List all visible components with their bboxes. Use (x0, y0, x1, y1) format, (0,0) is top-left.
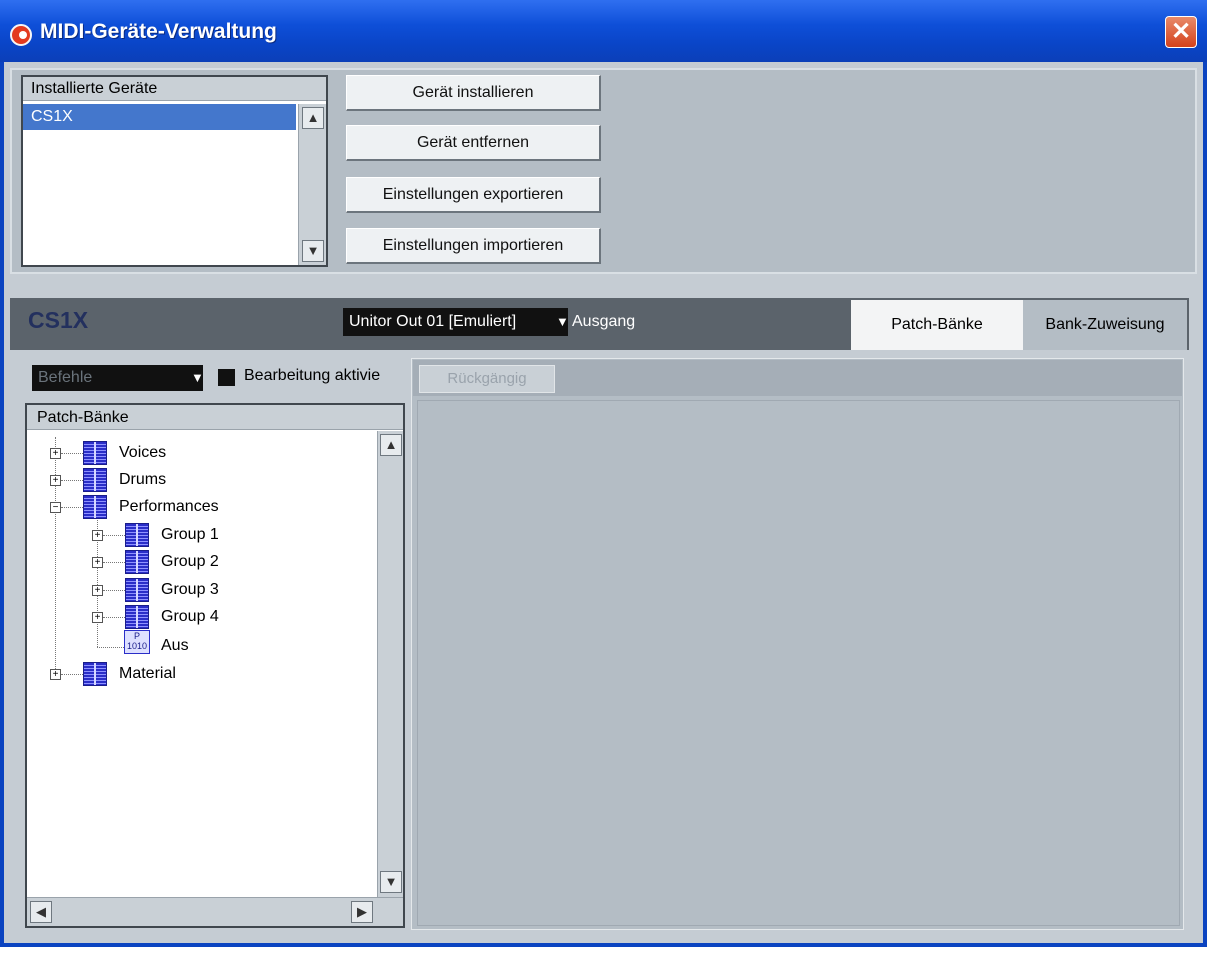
commands-select[interactable]: Befehle (32, 365, 203, 391)
tree-item-performances[interactable]: Performances (119, 494, 219, 520)
undo-button[interactable]: Rückgängig (419, 365, 555, 393)
program-icon-bits: 1010 (126, 641, 148, 651)
edit-enable-label: Bearbeitung aktivie (244, 367, 381, 384)
expand-icon[interactable]: + (92, 585, 103, 596)
tree-line (97, 647, 124, 648)
tree-item-group-2[interactable]: Group 2 (161, 549, 219, 575)
bank-icon (83, 662, 107, 686)
output-port-select[interactable]: Unitor Out 01 [Emuliert] (343, 308, 568, 336)
right-content-area (417, 400, 1180, 926)
app-logo-icon (10, 24, 32, 46)
program-icon-letter: P (133, 631, 140, 641)
tree-line (103, 535, 125, 536)
export-settings-button[interactable]: Einstellungen exportieren (346, 177, 601, 213)
tree-item-drums[interactable]: Drums (119, 467, 166, 493)
bank-icon (125, 578, 149, 602)
expand-icon[interactable]: + (50, 475, 61, 486)
tab-bank-assignment[interactable]: Bank-Zuweisung (1023, 300, 1187, 350)
scroll-up-icon[interactable]: ▲ (302, 107, 324, 129)
device-list-item[interactable]: CS1X (23, 104, 296, 130)
tree-line (61, 453, 83, 454)
tree-item-aus[interactable]: Aus (161, 633, 189, 659)
install-device-button[interactable]: Gerät installieren (346, 75, 601, 111)
tree-header: Patch-Bänke (27, 405, 403, 430)
expand-icon[interactable]: + (50, 669, 61, 680)
expand-icon[interactable]: + (92, 557, 103, 568)
chevron-down-icon[interactable]: ▼ (191, 365, 204, 391)
scroll-up-icon[interactable]: ▲ (380, 434, 402, 456)
installed-devices-header: Installierte Geräte (23, 77, 326, 101)
window-title: MIDI-Geräte-Verwaltung (40, 20, 277, 43)
tree-line (61, 507, 83, 508)
tab-patch-banks[interactable]: Patch-Bänke (851, 300, 1023, 350)
patch-banks-tree (25, 403, 405, 928)
scroll-down-icon[interactable]: ▼ (380, 871, 402, 893)
bank-icon (125, 550, 149, 574)
expand-icon[interactable]: + (92, 612, 103, 623)
devices-scrollbar[interactable]: ▲ ▼ (298, 104, 326, 265)
tree-vertical-scrollbar[interactable]: ▲ ▼ (377, 431, 403, 897)
scroll-left-icon[interactable]: ◀ (30, 901, 52, 923)
tree-line (61, 480, 83, 481)
expand-icon[interactable]: + (92, 530, 103, 541)
output-port-label: Ausgang (572, 313, 636, 330)
bank-icon (83, 495, 107, 519)
tree-item-group-1[interactable]: Group 1 (161, 522, 219, 548)
tree-item-group-3[interactable]: Group 3 (161, 577, 219, 603)
bank-icon (125, 605, 149, 629)
tree-line (103, 617, 125, 618)
scroll-right-icon[interactable]: ▶ (351, 901, 373, 923)
bank-icon (125, 523, 149, 547)
chevron-down-icon[interactable]: ▼ (556, 308, 569, 336)
device-name: CS1X (28, 307, 89, 333)
scroll-down-icon[interactable]: ▼ (302, 240, 324, 262)
bank-icon (83, 441, 107, 465)
expand-icon[interactable]: + (50, 448, 61, 459)
collapse-icon[interactable]: − (50, 502, 61, 513)
tree-item-material[interactable]: Material (119, 661, 176, 687)
tree-line (55, 437, 56, 675)
close-button[interactable]: ✕ (1165, 16, 1197, 48)
tree-line (103, 562, 125, 563)
remove-device-button[interactable]: Gerät entfernen (346, 125, 601, 161)
tree-item-group-4[interactable]: Group 4 (161, 604, 219, 630)
tree-horizontal-scrollbar[interactable]: ◀ ▶ (27, 897, 403, 926)
edit-enable-checkbox[interactable] (218, 369, 235, 386)
tree-line (103, 590, 125, 591)
tree-item-voices[interactable]: Voices (119, 440, 166, 466)
import-settings-button[interactable]: Einstellungen importieren (346, 228, 601, 264)
bank-icon (83, 468, 107, 492)
tree-line (61, 674, 83, 675)
program-icon: P 1010 (124, 630, 150, 654)
